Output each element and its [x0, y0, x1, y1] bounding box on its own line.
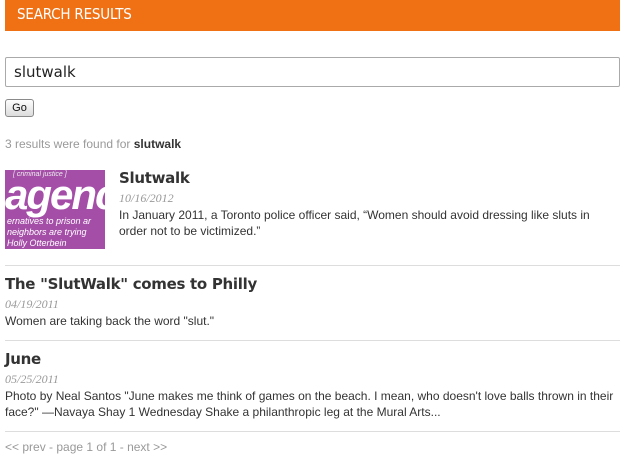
result-date: 05/25/2011 [5, 372, 59, 386]
summary-term: slutwalk [133, 137, 182, 151]
thumbnail-line-3: Holly Otterbein [7, 238, 67, 248]
result-title-link[interactable]: The "SlutWalk" comes to Philly [5, 275, 620, 293]
thumbnail-line-2: neighbors are trying [7, 227, 87, 237]
pagination[interactable]: << prev - page 1 of 1 - next >> [5, 440, 167, 454]
result-item: The "SlutWalk" comes to Philly 04/19/201… [5, 275, 620, 329]
results-summary: 3 results were found for slutwalk [5, 137, 181, 151]
result-excerpt: Photo by Neal Santos "June makes me thin… [5, 389, 614, 419]
search-results-header: SEARCH RESULTS [5, 0, 620, 31]
result-divider [5, 431, 620, 432]
result-divider [5, 265, 620, 266]
result-divider [5, 340, 620, 341]
result-excerpt: In January 2011, a Toronto police office… [119, 208, 590, 238]
thumbnail-line-1: ernatives to prison ar [7, 216, 92, 226]
result-item: June 05/25/2011 Photo by Neal Santos "Ju… [5, 350, 620, 420]
result-title-link[interactable]: June [5, 350, 620, 368]
go-button[interactable]: Go [5, 99, 34, 117]
result-excerpt: Women are taking back the word "slut." [5, 314, 215, 328]
result-item: Slutwalk 10/16/2012 In January 2011, a T… [119, 169, 619, 239]
header-title: SEARCH RESULTS [17, 5, 132, 23]
summary-prefix: 3 results were found for [5, 137, 131, 151]
search-input[interactable] [5, 57, 620, 87]
thumbnail-big-text: agenc [5, 171, 105, 218]
result-thumbnail[interactable]: [ criminal justice ] agenc ernatives to … [5, 170, 105, 249]
result-date: 04/19/2011 [5, 297, 59, 311]
result-title-link[interactable]: Slutwalk [119, 169, 619, 187]
result-date: 10/16/2012 [119, 191, 174, 205]
